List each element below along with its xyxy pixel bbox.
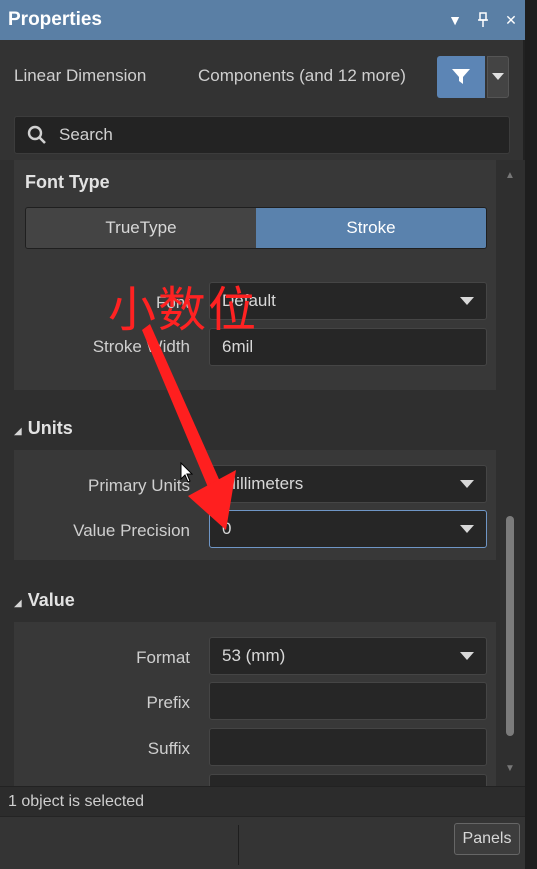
primary-units-label: Primary Units <box>87 476 190 495</box>
font-type-heading: Font Type <box>25 172 110 192</box>
scroll-down-icon[interactable]: ▼ <box>503 763 517 777</box>
scrollbar-thumb[interactable] <box>506 516 514 736</box>
panels-button[interactable]: Panels <box>454 823 520 855</box>
selection-filter-row: Linear Dimension Components (and 12 more… <box>0 52 525 102</box>
stroke-width-value: 6mil <box>222 337 254 356</box>
window-edge <box>525 0 537 869</box>
search-icon <box>15 125 59 145</box>
panel-title-bar[interactable]: Properties ▼ ✕ <box>0 0 525 40</box>
search-box[interactable] <box>14 116 510 154</box>
close-icon[interactable]: ✕ <box>497 0 525 40</box>
value-heading-text: Value <box>27 590 75 610</box>
footer-divider <box>238 825 239 865</box>
primary-units-select[interactable]: Millimeters <box>209 465 487 503</box>
panel-title: Properties <box>8 9 102 30</box>
font-type-toggle: TrueType Stroke <box>25 207 487 249</box>
format-label: Format <box>136 648 190 667</box>
chevron-down-icon <box>460 525 474 533</box>
chevron-down-icon <box>460 297 474 305</box>
prefix-input[interactable] <box>209 682 487 720</box>
truetype-option[interactable]: TrueType <box>26 208 256 248</box>
vertical-scrollbar[interactable]: ▲ ▼ <box>500 160 520 786</box>
search-input[interactable] <box>59 125 479 145</box>
filter-icon <box>452 69 470 84</box>
value-precision-select[interactable]: 0 <box>209 510 487 548</box>
pin-icon[interactable] <box>469 0 497 40</box>
mouse-cursor-icon <box>180 461 194 489</box>
properties-scroll-area[interactable]: Font Type TrueType Stroke Font Default S… <box>0 160 525 786</box>
annotation-text: 小数位 <box>108 282 259 338</box>
filter-button[interactable] <box>437 56 485 98</box>
collapse-triangle-icon: ◢ <box>14 426 22 437</box>
selection-scope-label: Components (and 12 more) <box>198 66 406 85</box>
value-precision-label: Value Precision <box>73 521 190 540</box>
scroll-up-icon[interactable]: ▲ <box>503 170 517 184</box>
format-value: 53 (mm) <box>222 646 286 665</box>
chevron-down-icon <box>460 480 474 488</box>
filter-dropdown-button[interactable] <box>487 56 509 98</box>
primary-units-value: Millimeters <box>222 474 304 493</box>
properties-panel: Properties ▼ ✕ Linear Dimension Componen… <box>0 0 525 869</box>
selection-status: 1 object is selected <box>0 786 525 816</box>
units-heading[interactable]: ◢ Units <box>14 418 73 439</box>
stroke-option[interactable]: Stroke <box>256 208 486 248</box>
prefix-label: Prefix <box>146 693 190 712</box>
format-select[interactable]: 53 (mm) <box>209 637 487 675</box>
suffix-label: Suffix <box>147 739 190 758</box>
suffix-input[interactable] <box>209 728 487 766</box>
value-precision-value: 0 <box>222 519 232 538</box>
chevron-down-icon <box>492 73 504 80</box>
collapse-triangle-icon: ◢ <box>14 598 22 609</box>
next-field-input[interactable] <box>209 774 487 786</box>
panel-menu-icon[interactable]: ▼ <box>441 0 469 40</box>
stroke-width-label: Stroke Width <box>92 337 190 356</box>
object-type-label: Linear Dimension <box>14 66 147 85</box>
panel-footer: Panels <box>0 816 525 869</box>
value-heading[interactable]: ◢ Value <box>14 590 75 611</box>
units-heading-text: Units <box>27 418 73 438</box>
chevron-down-icon <box>460 652 474 660</box>
